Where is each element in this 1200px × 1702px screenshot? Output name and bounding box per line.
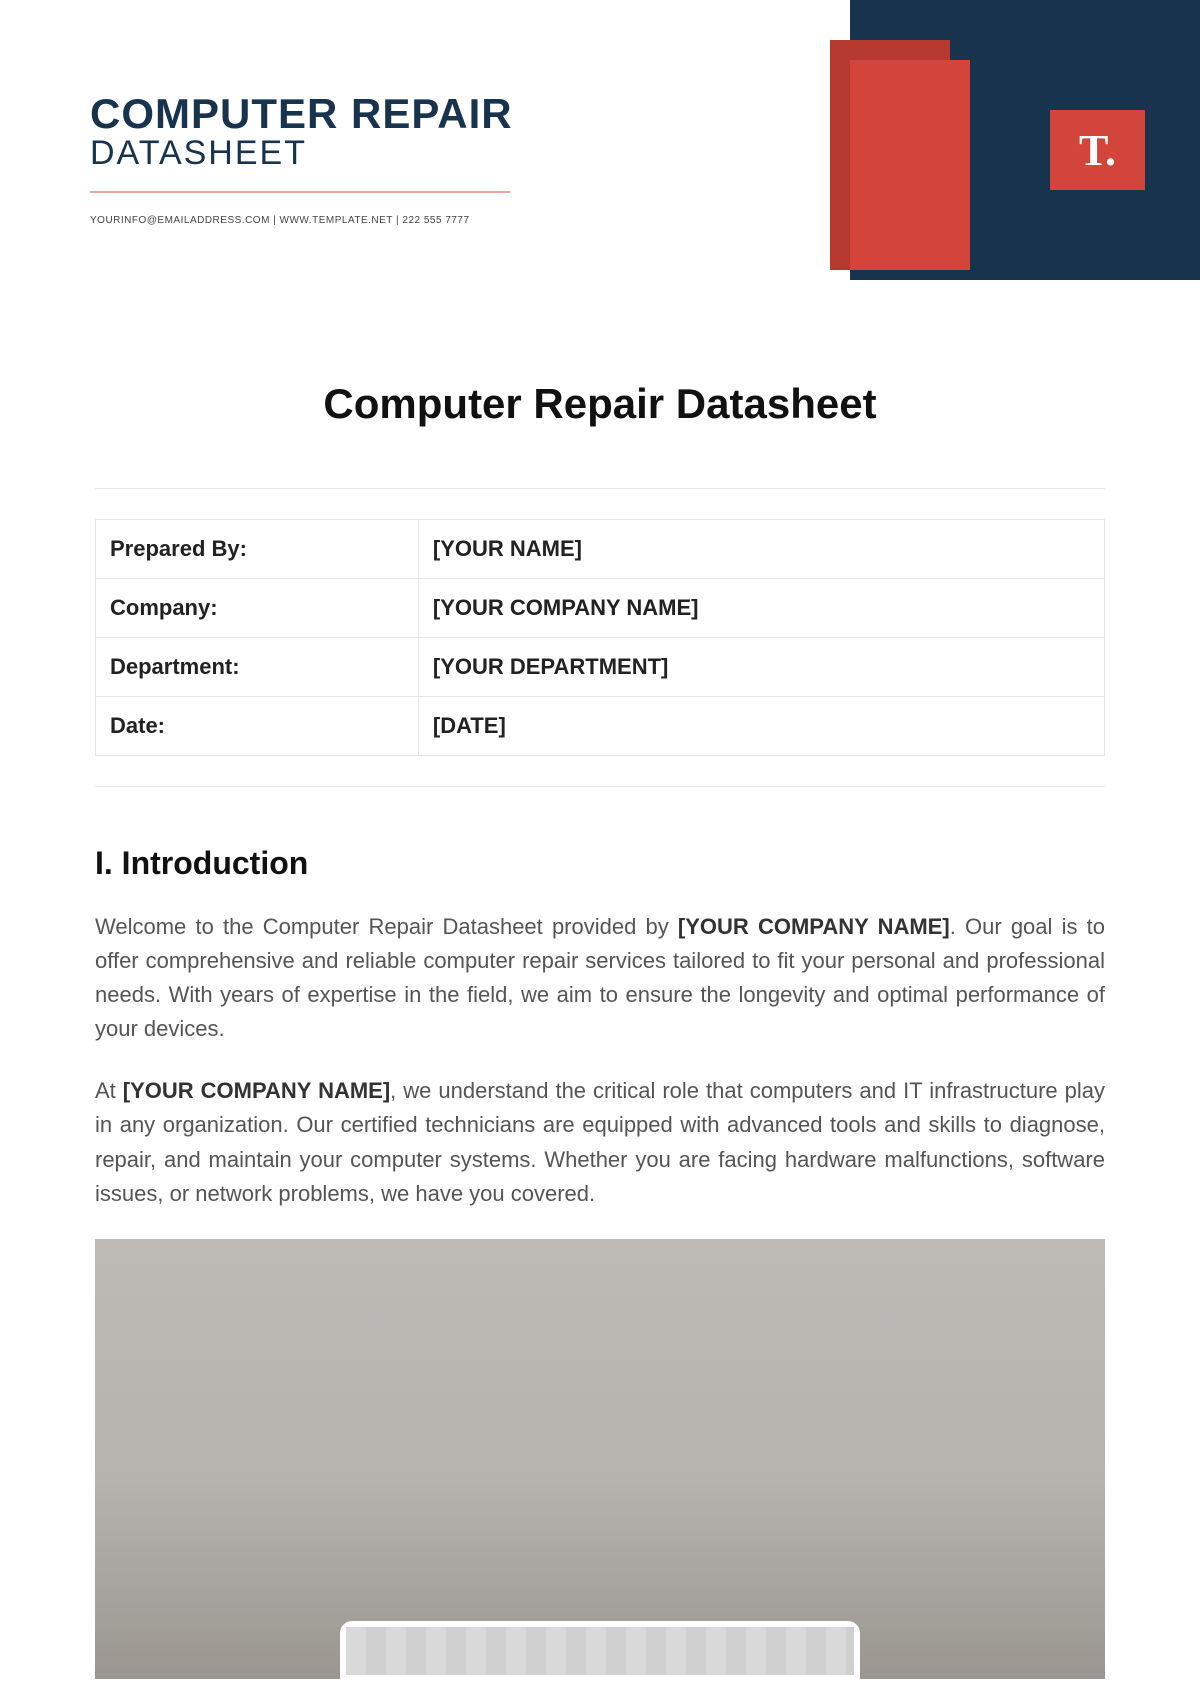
brand-logo-text: T. — [1079, 125, 1116, 176]
text: Welcome to the Computer Repair Datasheet… — [95, 914, 678, 939]
info-value: [YOUR NAME] — [418, 520, 1104, 579]
hero-image — [95, 1239, 1105, 1679]
info-value: [YOUR COMPANY NAME] — [418, 579, 1104, 638]
laptop-illustration — [340, 1621, 860, 1679]
divider — [95, 488, 1105, 489]
intro-paragraph-2: At [YOUR COMPANY NAME], we understand th… — [95, 1074, 1105, 1210]
info-table: Prepared By: [YOUR NAME] Company: [YOUR … — [95, 519, 1105, 756]
info-label: Department: — [96, 638, 419, 697]
laptop-screen — [340, 1621, 860, 1679]
info-label: Company: — [96, 579, 419, 638]
brand-logo: T. — [1050, 110, 1145, 190]
text: At — [95, 1078, 123, 1103]
document-body: Computer Repair Datasheet Prepared By: [… — [0, 280, 1200, 1679]
page-title: Computer Repair Datasheet — [95, 380, 1105, 428]
header-banner: T. COMPUTER REPAIR DATASHEET YOURINFO@EM… — [0, 0, 1200, 280]
section-heading-introduction: I. Introduction — [95, 845, 1105, 882]
header-title-line1: COMPUTER REPAIR — [90, 90, 513, 138]
table-row: Prepared By: [YOUR NAME] — [96, 520, 1105, 579]
table-row: Company: [YOUR COMPANY NAME] — [96, 579, 1105, 638]
divider — [95, 786, 1105, 787]
table-row: Date: [DATE] — [96, 697, 1105, 756]
header-divider — [90, 191, 510, 193]
laptop-screen-content — [346, 1627, 854, 1675]
intro-paragraph-1: Welcome to the Computer Repair Datasheet… — [95, 910, 1105, 1046]
header-contact-line: YOURINFO@EMAILADDRESS.COM | WWW.TEMPLATE… — [90, 215, 513, 226]
header-red-panel-front — [850, 60, 970, 270]
header-title-line2: DATASHEET — [90, 134, 513, 173]
header-title-block: COMPUTER REPAIR DATASHEET YOURINFO@EMAIL… — [90, 90, 513, 226]
info-value: [YOUR DEPARTMENT] — [418, 638, 1104, 697]
table-row: Department: [YOUR DEPARTMENT] — [96, 638, 1105, 697]
company-name-placeholder: [YOUR COMPANY NAME] — [678, 914, 950, 939]
info-label: Date: — [96, 697, 419, 756]
info-value: [DATE] — [418, 697, 1104, 756]
company-name-placeholder: [YOUR COMPANY NAME] — [123, 1078, 390, 1103]
info-label: Prepared By: — [96, 520, 419, 579]
